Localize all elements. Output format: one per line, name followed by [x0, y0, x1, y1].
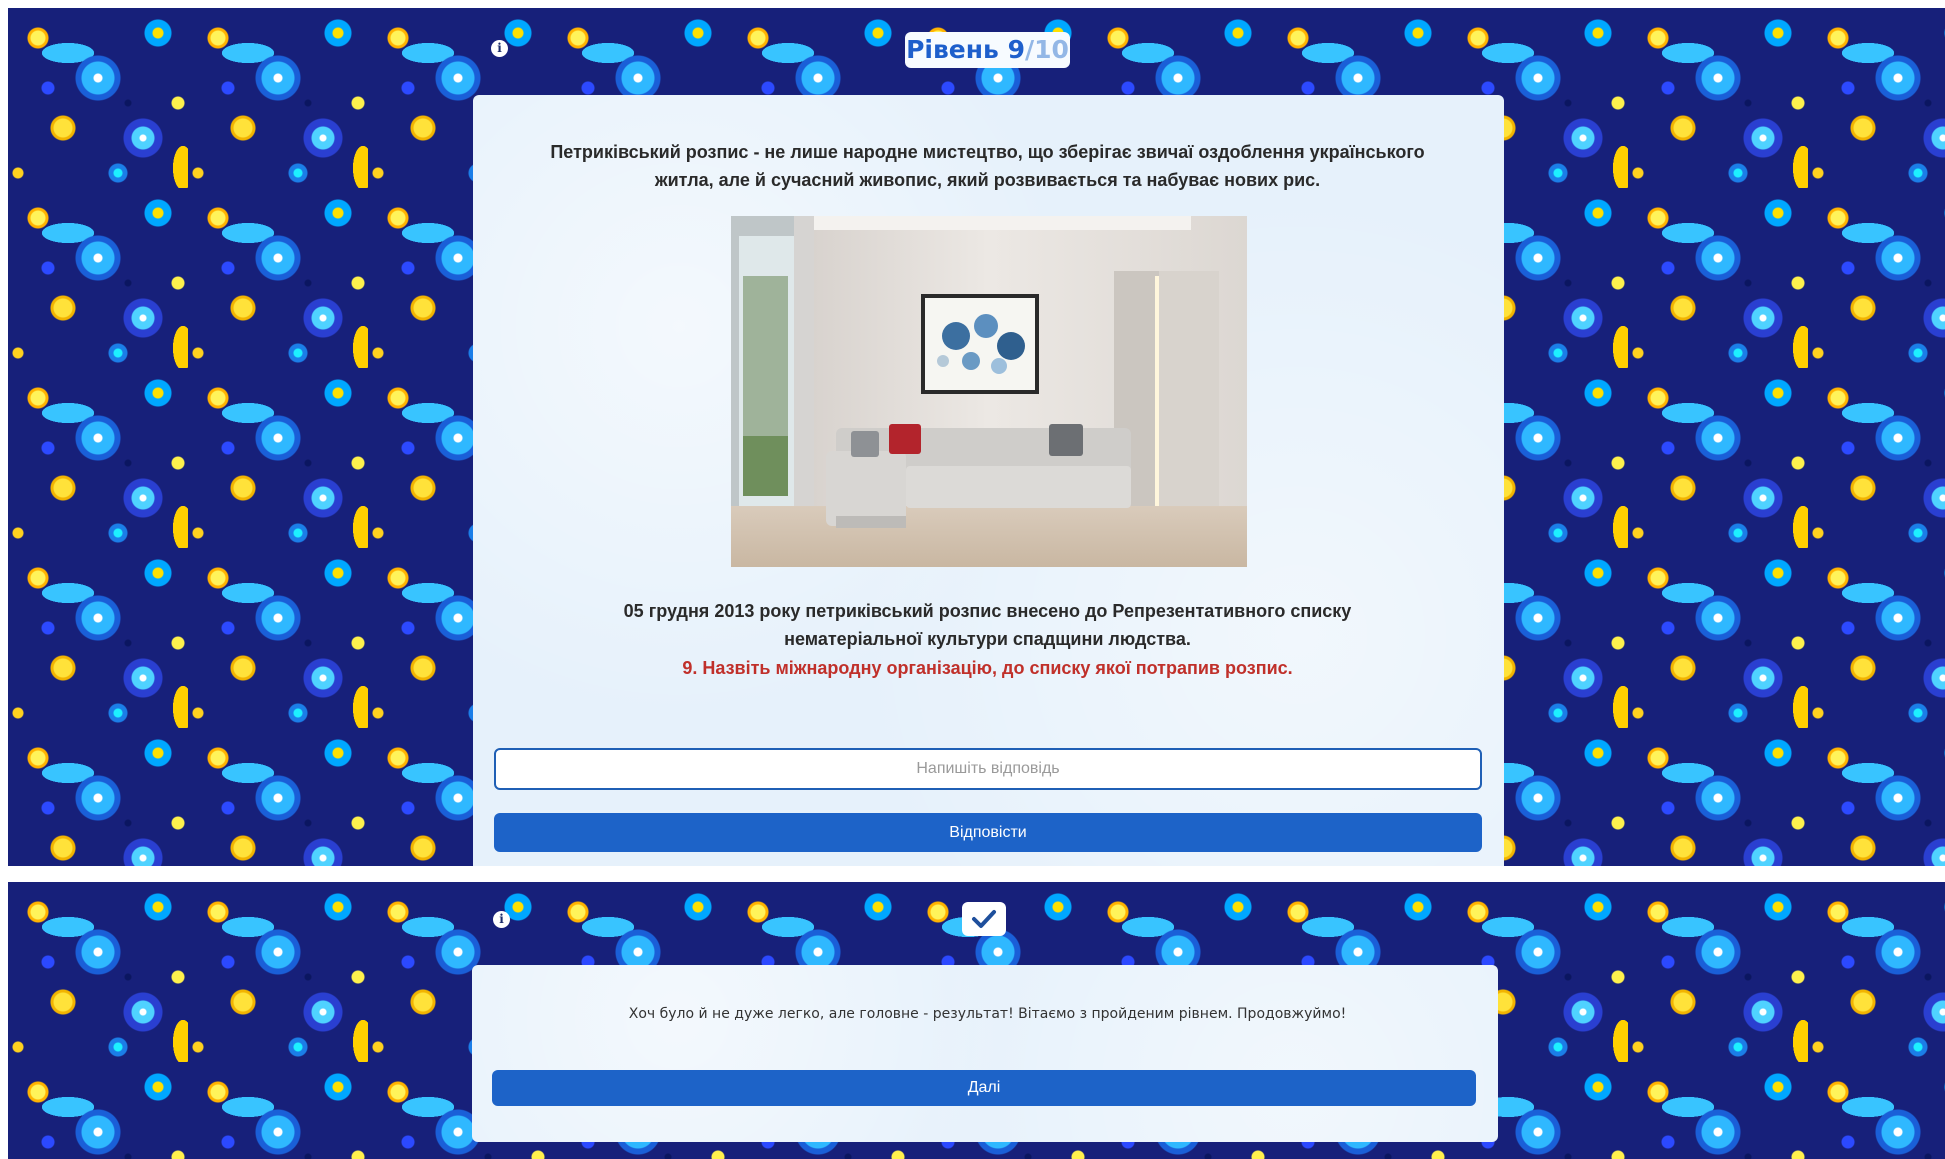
answer-input[interactable]: [494, 748, 1482, 790]
level-total: 10: [1034, 35, 1069, 64]
level-badge: Рівень 9/10: [905, 32, 1070, 68]
level-current: 9: [1007, 35, 1025, 64]
info-icon[interactable]: i: [491, 40, 508, 57]
submit-answer-button[interactable]: Відповісти: [494, 813, 1482, 852]
level-prefix: Рівень: [906, 35, 999, 64]
intro-text: Петриківський розпис - не лише народне м…: [550, 142, 1425, 190]
next-button[interactable]: Далі: [492, 1070, 1476, 1106]
checkmark-icon: [972, 910, 996, 928]
congrats-message: Хоч було й не дуже легко, але головне - …: [628, 1006, 1347, 1022]
fact-text: 05 грудня 2013 року петриківський розпис…: [623, 601, 1352, 649]
result-card: [472, 965, 1498, 1142]
info-icon[interactable]: i: [493, 911, 510, 928]
question-text: 9. Назвіть міжнародну організацію, до сп…: [682, 658, 1293, 678]
level-separator: /: [1024, 35, 1035, 64]
interior-photo: [731, 216, 1247, 567]
success-badge: [962, 902, 1006, 936]
living-room-illustration: [731, 216, 1247, 567]
